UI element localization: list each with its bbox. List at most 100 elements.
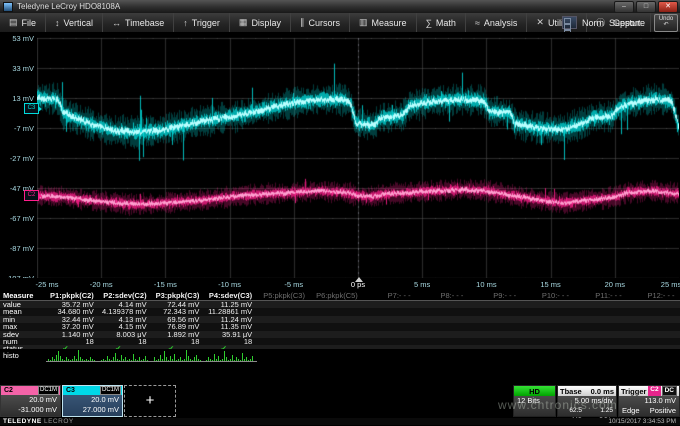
menu-item-cursors[interactable]: ∥Cursors [291, 13, 350, 32]
measure-cell [257, 338, 310, 345]
measure-cell [310, 338, 363, 345]
waveform-canvas [37, 32, 679, 282]
measure-cell [521, 316, 574, 323]
menu-item-measure[interactable]: ▥Measure [350, 13, 417, 32]
histo-row-label: histo [3, 351, 19, 360]
measure-cell: 18 [152, 338, 205, 345]
brand-logo: TELEDYNE LECROY [0, 418, 74, 425]
title-bar: Teledyne LeCroy HDO8108A – □ ✕ [0, 0, 680, 13]
x-tick-label: 15 ms [540, 280, 560, 289]
trigger-box[interactable]: Trigger C2 DC 113.0 mV Edge Positive [618, 385, 680, 417]
hd-box[interactable]: HD 12 Bits [513, 385, 556, 417]
trigger-time-label: 0 ps [351, 280, 365, 289]
trigger-arrow-icon: ↑ [183, 18, 188, 28]
y-tick-label: -27 mV [0, 154, 34, 163]
measure-cell [363, 308, 416, 315]
timebase-box[interactable]: Tbase 0.0 ms 5.00 ms/div 62.5 MS 1.25 GS… [557, 385, 617, 417]
measure-cell [574, 308, 627, 315]
measure-column-header[interactable]: P12:- - - [627, 291, 680, 300]
measure-row-num: num18181818 [0, 338, 680, 345]
y-tick-label: 33 mV [0, 64, 34, 73]
measure-column-header[interactable]: P8:- - - [416, 291, 469, 300]
channel-box-c3[interactable]: C3DC1M20.0 mV27.000 mV [62, 385, 123, 417]
trigger-slope: Positive [650, 406, 676, 416]
measure-column-header[interactable]: P4:sdev(C3) [204, 291, 257, 300]
measure-cell [574, 338, 627, 345]
measure-column-header[interactable]: P10:- - - [521, 291, 574, 300]
menu-item-label: Display [251, 18, 281, 28]
menu-item-label: Timebase [125, 18, 164, 28]
window-title: Teledyne LeCroy HDO8108A [17, 2, 120, 11]
channel-box-header: C3DC1M [63, 386, 122, 395]
measure-cell: 69.56 mV [152, 316, 205, 323]
measure-row-min: min32.44 mV4.13 mV69.56 mV11.24 mV [0, 316, 680, 323]
measure-column-header[interactable]: P9:- - - [468, 291, 521, 300]
channel-c3-marker[interactable]: C3 [24, 103, 39, 114]
measure-column-header[interactable]: P7:- - - [363, 291, 416, 300]
measure-column-header[interactable]: P5:pkpk(C3) [257, 291, 310, 300]
undo-button[interactable]: Undo ↶ [654, 14, 678, 32]
menu-item-file[interactable]: ▤File [0, 13, 46, 32]
waveform-display[interactable]: 53 mV33 mV13 mV-7 mV-27 mV-47 mV-67 mV-8… [0, 32, 680, 278]
measure-cell [574, 331, 627, 338]
maximize-button[interactable]: □ [636, 1, 656, 13]
menu-item-timebase[interactable]: ↔Timebase [103, 13, 174, 32]
undo-icon: ↶ [663, 22, 668, 28]
x-tick-label: -5 ms [284, 280, 303, 289]
footer-bar: TELEDYNE LECROY 10/15/2017 3:34:53 PM [0, 418, 680, 425]
measure-cell: 4.13 mV [99, 316, 152, 323]
channel-vdiv: 20.0 mV [63, 395, 122, 405]
measure-cell [574, 323, 627, 330]
measure-column-header[interactable]: P1:pkpk(C2) [46, 291, 99, 300]
measure-cell: 4.139378 mV [99, 308, 152, 315]
add-channel-button[interactable]: + [124, 385, 176, 417]
menu-item-label: Measure [371, 18, 406, 28]
gesture-button[interactable]: Gesture [609, 17, 649, 29]
measure-cell [363, 301, 416, 308]
acquisition-mode-label: Norm [582, 18, 604, 28]
timestamp: 10/15/2017 3:34:53 PM [608, 418, 676, 425]
menu-item-label: Vertical [64, 18, 94, 28]
measure-cell [627, 331, 680, 338]
menu-item-display[interactable]: ▦Display [230, 13, 291, 32]
measure-header-row: MeasureP1:pkpk(C2)P2:sdev(C2)P3:pkpk(C3)… [0, 291, 680, 301]
close-button[interactable]: ✕ [658, 1, 678, 13]
channel-box-c2[interactable]: C2DC1M20.0 mV-31.000 mV [0, 385, 61, 417]
time-axis: -25 ms-20 ms-15 ms-10 ms-5 ms0 ps5 ms10 … [0, 278, 680, 291]
measure-cell [363, 316, 416, 323]
trigger-coupling-badge: DC [662, 386, 677, 396]
measure-cell [416, 323, 469, 330]
minimize-button[interactable]: – [614, 1, 634, 13]
measure-row-value: value35.72 mV4.14 mV72.44 mV11.25 mV [0, 301, 680, 308]
measure-column-header[interactable]: P3:pkpk(C3) [152, 291, 205, 300]
measure-cell [627, 308, 680, 315]
measure-cell: 32.44 mV [46, 316, 99, 323]
measure-cell [363, 323, 416, 330]
measure-column-header[interactable]: P11:- - - [574, 291, 627, 300]
measure-column-header[interactable]: P6:pkpk(C5) [310, 291, 363, 300]
measure-icon: ▥ [359, 17, 368, 28]
measure-cell: 35.72 mV [46, 301, 99, 308]
measure-cell: 18 [46, 338, 99, 345]
menu-item-trigger[interactable]: ↑Trigger [174, 13, 230, 32]
measure-cell [627, 301, 680, 308]
channel-id-label: C3 [64, 387, 77, 394]
measure-cell [310, 331, 363, 338]
trigger-type: Edge [622, 406, 640, 416]
menu-items: ▤File↕Vertical↔Timebase↑Trigger▦Display∥… [0, 13, 651, 32]
menu-item-math[interactable]: ∑Math [417, 13, 466, 32]
menu-item-analysis[interactable]: ≈Analysis [466, 13, 527, 32]
measure-cell: 11.35 mV [204, 323, 257, 330]
measure-column-header[interactable]: P2:sdev(C2) [99, 291, 152, 300]
measure-cell: 8.003 μV [99, 331, 152, 338]
channel-vdiv: 20.0 mV [1, 395, 60, 405]
measure-cell [257, 323, 310, 330]
channel-c2-marker[interactable]: C2 [24, 190, 39, 201]
measure-cell [416, 338, 469, 345]
measure-cell: 4.14 mV [99, 301, 152, 308]
y-tick-label: 53 mV [0, 34, 34, 43]
grid-layout-icon[interactable] [562, 16, 577, 29]
measure-cell [310, 323, 363, 330]
menu-item-vertical[interactable]: ↕Vertical [46, 13, 103, 32]
tbase-scale: 5.00 ms/div [575, 396, 613, 406]
